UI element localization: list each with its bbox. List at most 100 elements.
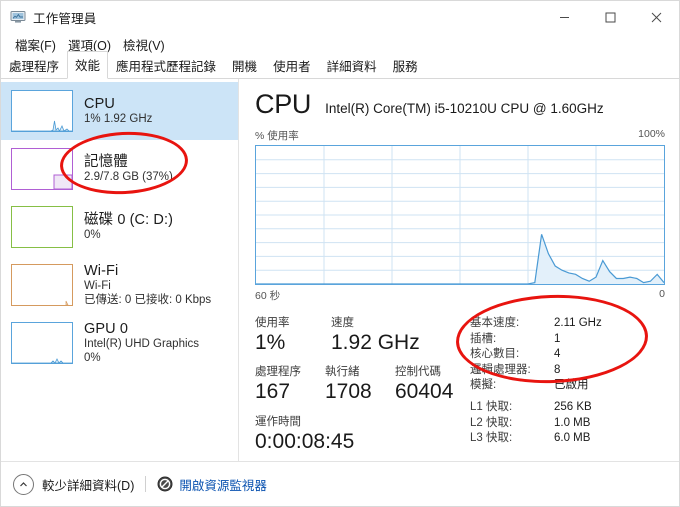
chart-x-right-label: 0 — [659, 288, 665, 300]
sidebar-item-disk[interactable]: 磁碟 0 (C: D:) 0% — [1, 198, 238, 256]
sidebar-item-gpu-sub1: Intel(R) UHD Graphics — [84, 337, 200, 350]
sidebar-item-disk-text: 磁碟 0 (C: D:) 0% — [84, 212, 173, 243]
spec-virtualization-value: 已啟用 — [554, 379, 589, 392]
stat-threads-value: 1708 — [325, 380, 372, 404]
spec-virtualization-label: 模擬: — [470, 379, 497, 392]
disk-mini-graph-icon — [11, 206, 73, 248]
chart-y-label: % 使用率 — [255, 130, 299, 142]
title-bar: 工作管理員 — [1, 1, 679, 33]
memory-mini-graph-icon — [11, 148, 73, 190]
sidebar-item-wifi[interactable]: Wi-Fi Wi-Fi 已傳送: 0 已接收: 0 Kbps — [1, 256, 238, 314]
spec-row-l2-cache: L2 快取: 1.0 MB — [470, 416, 665, 432]
spec-cores-label: 核心數目: — [470, 348, 520, 361]
cpu-usage-chart-svg — [256, 146, 664, 284]
window-controls — [541, 1, 679, 33]
tab-processes[interactable]: 處理程序 — [1, 52, 67, 79]
spec-logical-processors-label: 邏輯處理器: — [470, 363, 531, 376]
stat-processes: 處理程序 167 — [255, 363, 321, 405]
stat-handles-value: 60404 — [395, 380, 454, 404]
tab-startup[interactable]: 開機 — [224, 52, 265, 79]
cpu-stats: 使用率 1% 速度 1.92 GHz 處理程序 167 執行緒 1708 控制代… — [255, 314, 665, 455]
stat-utilization: 使用率 1% — [255, 314, 327, 356]
sidebar-item-memory[interactable]: 記憶體 2.9/7.8 GB (37%) — [1, 140, 238, 198]
spec-row-logical-processors: 邏輯處理器: 8 — [470, 363, 665, 379]
stat-uptime-label: 運作時間 — [255, 415, 301, 428]
spec-row-virtualization: 模擬: 已啟用 — [470, 378, 665, 394]
stat-row-usage: 使用率 1% 速度 1.92 GHz — [255, 314, 460, 356]
sidebar-item-gpu-text: GPU 0 Intel(R) UHD Graphics 0% — [84, 321, 199, 365]
sidebar-item-wifi-title: Wi-Fi — [84, 262, 119, 279]
spec-l1-cache-label: L1 快取: — [470, 400, 513, 413]
sidebar-item-disk-title: 磁碟 0 (C: D:) — [84, 211, 174, 228]
spec-row-cores: 核心數目: 4 — [470, 347, 665, 363]
tab-app-history[interactable]: 應用程式歷程記錄 — [108, 52, 224, 79]
tab-strip: 處理程序 效能 應用程式歷程記錄 開機 使用者 詳細資料 服務 — [1, 51, 679, 79]
resource-monitor-icon — [157, 476, 173, 492]
chart-axis-labels: % 使用率 100% — [255, 128, 665, 143]
stat-utilization-label: 使用率 — [255, 317, 290, 329]
sidebar-item-cpu-sub: 1% 1.92 GHz — [84, 112, 153, 125]
tab-details[interactable]: 詳細資料 — [319, 52, 385, 79]
stat-threads-label: 執行緒 — [325, 366, 360, 379]
stat-speed-value: 1.92 GHz — [331, 331, 420, 354]
stat-uptime-value: 0:00:08:45 — [255, 429, 355, 453]
chart-time-labels: 60 秒 0 — [255, 288, 665, 303]
sidebar-item-disk-sub: 0% — [84, 228, 101, 241]
spec-l1-cache-value: 256 KB — [554, 400, 592, 413]
chart-y-max-label: 100% — [638, 128, 665, 140]
fewer-details-button[interactable]: 較少詳細資料(D) — [42, 475, 134, 494]
spec-base-speed-label: 基本速度: — [470, 317, 520, 329]
spec-row-l1-cache: L1 快取: 256 KB — [470, 400, 665, 416]
close-button[interactable] — [633, 1, 679, 33]
gpu-mini-graph-icon — [11, 322, 73, 364]
spec-base-speed-value: 2.11 GHz — [554, 317, 602, 329]
sidebar-item-cpu[interactable]: CPU 1% 1.92 GHz — [1, 82, 238, 140]
stat-row-uptime: 運作時間 0:00:08:45 — [255, 413, 460, 455]
footer-divider — [145, 476, 147, 492]
detail-header: CPU Intel(R) Core(TM) i5-10210U CPU @ 1.… — [255, 89, 665, 120]
cpu-model-name: Intel(R) Core(TM) i5-10210U CPU @ 1.60GH… — [325, 101, 604, 116]
footer-bar: 較少詳細資料(D) 開啟資源監視器 — [1, 461, 679, 506]
sidebar-item-gpu[interactable]: GPU 0 Intel(R) UHD Graphics 0% — [1, 314, 238, 372]
maximize-button[interactable] — [587, 1, 633, 33]
stat-processes-value: 167 — [255, 380, 291, 404]
resource-list[interactable]: CPU 1% 1.92 GHz 記憶體 2.9/7.8 GB (37%) 磁碟 … — [1, 79, 239, 461]
sidebar-item-cpu-title: CPU — [84, 95, 115, 112]
minimize-button[interactable] — [541, 1, 587, 33]
task-manager-icon — [10, 9, 26, 25]
cpu-usage-chart[interactable] — [255, 145, 665, 285]
window-title: 工作管理員 — [33, 11, 97, 26]
spec-l2-cache-value: 1.0 MB — [554, 416, 591, 429]
chart-x-left-label: 60 秒 — [255, 290, 281, 302]
spec-sockets-value: 1 — [554, 332, 561, 345]
cpu-mini-graph-icon — [11, 90, 73, 132]
cpu-specs: 基本速度: 2.11 GHz 插槽: 1 核心數目: 4 邏輯處理器: 8 模擬… — [460, 314, 665, 455]
tab-performance[interactable]: 效能 — [67, 51, 109, 79]
stat-speed-label: 速度 — [331, 317, 354, 329]
sidebar-item-wifi-sub1: Wi-Fi — [84, 279, 111, 292]
cpu-detail-pane: CPU Intel(R) Core(TM) i5-10210U CPU @ 1.… — [239, 79, 679, 461]
sidebar-item-memory-text: 記憶體 2.9/7.8 GB (37%) — [84, 154, 173, 185]
sidebar-item-wifi-text: Wi-Fi Wi-Fi 已傳送: 0 已接收: 0 Kbps — [84, 263, 211, 307]
chevron-up-icon[interactable] — [13, 473, 34, 495]
spec-cores-value: 4 — [554, 348, 561, 361]
cpu-stats-primary: 使用率 1% 速度 1.92 GHz 處理程序 167 執行緒 1708 控制代… — [255, 314, 460, 455]
spec-l3-cache-label: L3 快取: — [470, 432, 513, 445]
stat-processes-label: 處理程序 — [255, 366, 301, 379]
performance-content: CPU 1% 1.92 GHz 記憶體 2.9/7.8 GB (37%) 磁碟 … — [1, 79, 679, 461]
open-resource-monitor-link[interactable]: 開啟資源監視器 — [179, 475, 267, 494]
sidebar-item-wifi-sub2: 已傳送: 0 已接收: 0 Kbps — [84, 293, 212, 306]
spec-row-sockets: 插槽: 1 — [470, 332, 665, 348]
spec-logical-processors-value: 8 — [554, 363, 561, 376]
sidebar-item-gpu-title: GPU 0 — [84, 320, 129, 337]
stat-row-counts: 處理程序 167 執行緒 1708 控制代碼 60404 — [255, 363, 460, 405]
tab-services[interactable]: 服務 — [385, 52, 426, 79]
wifi-mini-graph-icon — [11, 264, 73, 306]
sidebar-item-memory-title: 記憶體 — [84, 153, 128, 170]
stat-handles: 控制代碼 60404 — [395, 363, 453, 405]
task-manager-window: 工作管理員 檔案(F) 選項(O) 檢視(V) 處理程序 效能 應用程式歷程記錄… — [0, 0, 680, 507]
spec-sockets-label: 插槽: — [470, 332, 497, 345]
tab-users[interactable]: 使用者 — [265, 52, 319, 79]
sidebar-item-cpu-text: CPU 1% 1.92 GHz — [84, 96, 152, 127]
spec-l3-cache-value: 6.0 MB — [554, 432, 591, 445]
